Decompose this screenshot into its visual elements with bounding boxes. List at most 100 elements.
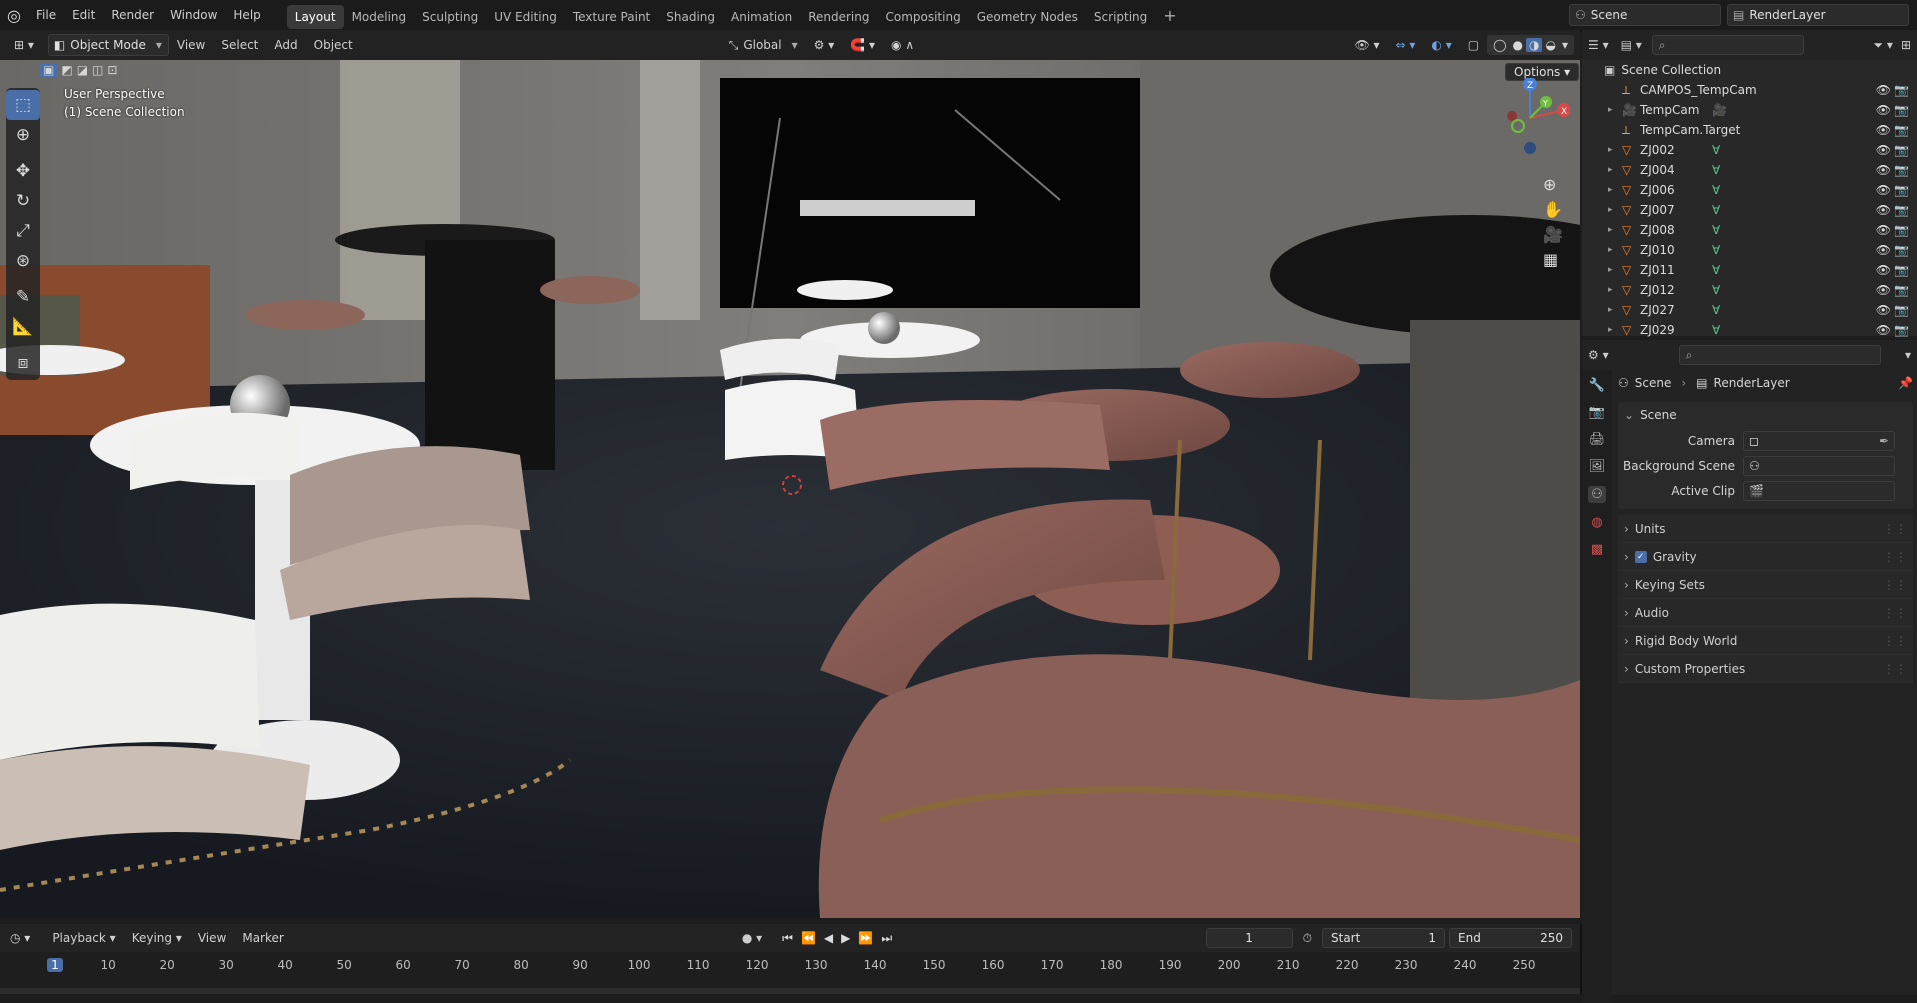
tab-texture-paint[interactable]: Texture Paint xyxy=(565,5,658,29)
chevron-down-icon[interactable]: ▾ xyxy=(1559,38,1571,52)
expand-arrow-icon[interactable]: ▸ xyxy=(1608,105,1622,115)
outliner-item[interactable]: ▸ ▽ ZJ011 ∀ 👁 📷 xyxy=(1582,260,1917,280)
mesh-data-icon[interactable]: ∀ xyxy=(1712,163,1720,177)
eye-visibility-icon[interactable]: 👁 xyxy=(1876,323,1891,337)
add-menu[interactable]: Add xyxy=(266,34,305,56)
eye-visibility-icon[interactable]: 👁 xyxy=(1876,83,1891,97)
tab-scripting[interactable]: Scripting xyxy=(1086,5,1155,29)
scene-selector[interactable]: ⚇ Scene xyxy=(1569,4,1721,26)
render-visibility-icon[interactable]: 📷 xyxy=(1894,263,1909,277)
add-cube-tool-icon[interactable]: ⧈ xyxy=(6,348,40,378)
expand-arrow-icon[interactable]: ▸ xyxy=(1608,145,1622,155)
blender-logo-icon[interactable]: ◎ xyxy=(0,6,28,25)
view-menu[interactable]: View xyxy=(169,34,213,56)
eye-visibility-icon[interactable]: 👁 xyxy=(1876,263,1891,277)
tab-animation[interactable]: Animation xyxy=(723,5,800,29)
mesh-data-icon[interactable]: ∀ xyxy=(1712,203,1720,217)
render-visibility-icon[interactable]: 📷 xyxy=(1894,183,1909,197)
editor-type-icon[interactable]: ⊞ ▾ xyxy=(6,34,42,56)
current-frame-field[interactable]: 1 xyxy=(1205,928,1293,948)
start-frame-field[interactable]: Start 1 xyxy=(1322,928,1445,948)
menu-render[interactable]: Render xyxy=(103,0,162,30)
camera-field[interactable]: ◻ ✒ xyxy=(1743,430,1895,451)
playback-menu[interactable]: Playback ▾ xyxy=(44,927,123,949)
scene-panel-header[interactable]: ⌄ Scene xyxy=(1618,402,1913,428)
wireframe-shading-icon[interactable]: ◯ xyxy=(1490,38,1509,52)
expand-arrow-icon[interactable]: ▸ xyxy=(1608,325,1622,335)
eye-visibility-icon[interactable]: 👁 xyxy=(1876,243,1891,257)
timeline-ruler[interactable]: 1 10 20 30 40 50 60 70 80 90 100 110 120 130 140 150 160… xyxy=(0,952,1580,995)
snap-icon[interactable]: 🧲 ▾ xyxy=(842,34,883,56)
expand-arrow-icon[interactable]: ▸ xyxy=(1608,205,1622,215)
drag-handle-icon[interactable]: ⋮⋮ xyxy=(1883,662,1907,676)
play-reverse-icon[interactable]: ◀ xyxy=(824,931,833,945)
eye-visibility-icon[interactable]: 👁 xyxy=(1876,223,1891,237)
transform-tool-icon[interactable]: ⊛ xyxy=(6,246,40,276)
tab-sculpting[interactable]: Sculpting xyxy=(414,5,486,29)
overlay-icon[interactable]: ◐ ▾ xyxy=(1423,34,1459,56)
measure-tool-icon[interactable]: 📐 xyxy=(6,312,40,342)
background-scene-field[interactable]: ⚇ xyxy=(1743,455,1895,476)
drag-handle-icon[interactable]: ⋮⋮ xyxy=(1883,550,1907,564)
solid-shading-icon[interactable]: ● xyxy=(1510,38,1526,52)
view-layer-tab-icon[interactable]: 🖼 xyxy=(1589,459,1606,474)
drag-handle-icon[interactable]: ⋮⋮ xyxy=(1883,606,1907,620)
camera-view-icon[interactable]: 🎥 xyxy=(1543,225,1563,244)
render-visibility-icon[interactable]: 📷 xyxy=(1894,243,1909,257)
select-new-icon[interactable]: ▣ xyxy=(40,63,58,77)
timeline-editor-icon[interactable]: ◷ ▾ xyxy=(10,931,30,945)
gravity-checkbox[interactable]: ✓ xyxy=(1634,550,1647,563)
pin-icon[interactable]: 📌 xyxy=(1898,376,1913,390)
add-workspace-icon[interactable]: + xyxy=(1155,6,1184,25)
mesh-data-icon[interactable]: ∀ xyxy=(1712,183,1720,197)
record-icon[interactable]: ● ▾ xyxy=(742,931,762,945)
tab-uv-editing[interactable]: UV Editing xyxy=(486,5,565,29)
tab-shading[interactable]: Shading xyxy=(658,5,723,29)
outliner-item[interactable]: ▸ 🎥 TempCam 🎥 👁 📷 xyxy=(1582,100,1917,120)
rendered-shading-icon[interactable]: ◒ xyxy=(1542,38,1558,52)
outliner-editor-icon[interactable]: ☰ ▾ xyxy=(1588,38,1609,52)
drag-handle-icon[interactable]: ⋮⋮ xyxy=(1883,634,1907,648)
render-visibility-icon[interactable]: 📷 xyxy=(1894,283,1909,297)
outliner-item[interactable]: ▸ ▽ ZJ006 ∀ 👁 📷 xyxy=(1582,180,1917,200)
chevron-down-icon[interactable]: ▾ xyxy=(1905,348,1911,362)
render-visibility-icon[interactable]: 📷 xyxy=(1894,83,1909,97)
navigation-gizmo[interactable]: Z X Y xyxy=(1490,77,1571,158)
outliner-item[interactable]: ⟂ TempCam.Target 👁 📷 xyxy=(1582,120,1917,140)
keying-menu[interactable]: Keying ▾ xyxy=(124,927,190,949)
mesh-data-icon[interactable]: ∀ xyxy=(1712,143,1720,157)
render-tab-icon[interactable]: 📷 xyxy=(1589,405,1605,420)
tab-layout[interactable]: Layout xyxy=(286,4,344,29)
jump-keyframe-back-icon[interactable]: ⏪ xyxy=(801,931,816,945)
3d-viewport[interactable]: ▣ ◩ ◪ ◫ ⊡ User Perspective (1) Scene Col… xyxy=(0,60,1580,918)
render-visibility-icon[interactable]: 📷 xyxy=(1894,163,1909,177)
gizmo-icon[interactable]: ⇔ ▾ xyxy=(1388,34,1424,56)
eye-visibility-icon[interactable]: 👁 xyxy=(1876,303,1891,317)
expand-arrow-icon[interactable]: ▸ xyxy=(1608,245,1622,255)
outliner-item[interactable]: ▸ ▽ ZJ004 ∀ 👁 📷 xyxy=(1582,160,1917,180)
timeline-scrollbar[interactable] xyxy=(0,988,1580,994)
section-rigid-body-world[interactable]: › Rigid Body World ⋮⋮ xyxy=(1618,627,1913,655)
pan-hand-icon[interactable]: ✋ xyxy=(1543,200,1563,219)
mesh-data-icon[interactable]: ∀ xyxy=(1712,303,1720,317)
end-frame-field[interactable]: End 250 xyxy=(1449,928,1572,948)
move-tool-icon[interactable]: ✥ xyxy=(6,156,40,186)
eye-visibility-icon[interactable]: 👁 xyxy=(1876,123,1891,137)
mesh-data-icon[interactable]: ∀ xyxy=(1712,263,1720,277)
current-frame-indicator[interactable]: 1 xyxy=(47,958,63,972)
camera-data-icon[interactable]: 🎥 xyxy=(1712,103,1727,117)
timeline-view-menu[interactable]: View xyxy=(190,927,234,949)
menu-edit[interactable]: Edit xyxy=(64,0,103,30)
annotate-tool-icon[interactable]: ✎ xyxy=(6,282,40,312)
eye-visibility-icon[interactable]: 👁 xyxy=(1876,183,1891,197)
mesh-data-icon[interactable]: ∀ xyxy=(1712,283,1720,297)
outliner-item[interactable]: ▸ ▽ ZJ008 ∀ 👁 📷 xyxy=(1582,220,1917,240)
visibility-icon[interactable]: 👁 ▾ xyxy=(1346,34,1387,56)
render-visibility-icon[interactable]: 📷 xyxy=(1894,123,1909,137)
expand-arrow-icon[interactable]: ▸ xyxy=(1608,265,1622,275)
drag-handle-icon[interactable]: ⋮⋮ xyxy=(1883,522,1907,536)
filter-icon[interactable]: ⏷ ▾ xyxy=(1873,38,1892,53)
select-invert-icon[interactable]: ◫ xyxy=(92,63,103,77)
section-gravity[interactable]: › ✓ Gravity ⋮⋮ xyxy=(1618,543,1913,571)
section-audio[interactable]: › Audio ⋮⋮ xyxy=(1618,599,1913,627)
